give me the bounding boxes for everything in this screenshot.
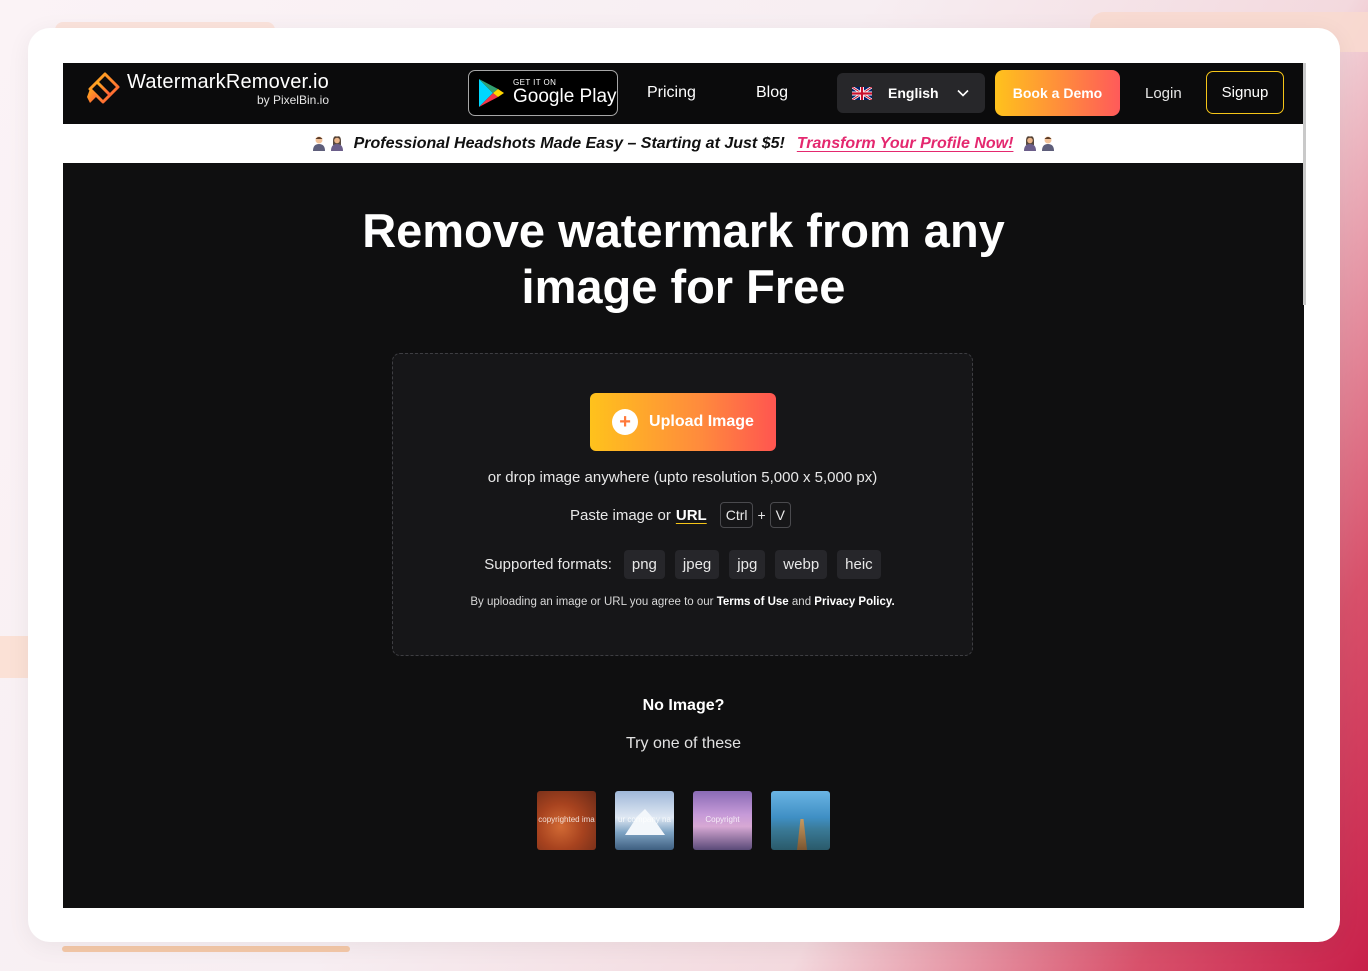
eraser-logo-icon (87, 72, 120, 104)
try-samples-subtitle: Try one of these (625, 735, 742, 752)
language-label: English (888, 85, 939, 101)
upload-dropzone[interactable]: + Upload Image or drop image anywhere (u… (392, 353, 973, 656)
sample-watermark: ur company na (618, 815, 671, 824)
nav-pricing-link[interactable]: Pricing (647, 84, 696, 102)
format-chip: jpg (729, 550, 766, 579)
terms-of-use-link[interactable]: Terms of Use (717, 596, 789, 608)
nav-blog-link[interactable]: Blog (756, 84, 788, 102)
top-navbar: WatermarkRemover.io by PixelBin.io GET I… (63, 63, 1304, 124)
supported-formats: Supported formats: png jpeg jpg webp hei… (393, 550, 972, 579)
privacy-policy-link[interactable]: Privacy Policy. (814, 596, 894, 608)
no-image-title: No Image? (642, 697, 725, 714)
format-chip: jpeg (674, 550, 720, 579)
terms-notice: By uploading an image or URL you agree t… (393, 596, 972, 608)
sample-image-pier[interactable] (771, 791, 830, 850)
logo[interactable]: WatermarkRemover.io by PixelBin.io (85, 71, 329, 107)
sample-image-iceberg[interactable]: ur company na (615, 791, 674, 850)
v-key: V (769, 502, 792, 528)
terms-and: and (791, 596, 812, 608)
plus-icon: + (612, 409, 639, 435)
signup-button[interactable]: Signup (1206, 71, 1284, 114)
terms-prefix: By uploading an image or URL you agree t… (470, 596, 714, 608)
paste-hint: Paste image or URL Ctrl + V (393, 502, 972, 528)
ctrl-key: Ctrl (719, 502, 754, 528)
chevron-down-icon (956, 89, 969, 97)
google-play-icon (479, 79, 504, 107)
headshot-emoji-icon (312, 136, 344, 151)
sample-watermark: Copyright (705, 815, 740, 824)
upload-image-button[interactable]: + Upload Image (590, 393, 776, 451)
hero-title-line1: Remove watermark from any (362, 204, 1005, 257)
sample-watermark: copyrighted ima (538, 815, 595, 824)
background-decoration (62, 946, 350, 952)
hero-title-line2: image for Free (521, 260, 846, 313)
book-demo-button[interactable]: Book a Demo (995, 70, 1120, 116)
upload-button-label: Upload Image (649, 413, 754, 430)
formats-label: Supported formats: (484, 556, 612, 573)
google-play-label: Google Play (513, 86, 617, 107)
pier-shape (797, 819, 807, 850)
url-link[interactable]: URL (676, 507, 707, 524)
drop-hint: or drop image anywhere (upto resolution … (487, 469, 878, 486)
format-chip: webp (775, 550, 828, 579)
promo-text: Professional Headshots Made Easy – Start… (353, 134, 785, 152)
logo-byline: by PixelBin.io (256, 93, 329, 107)
promo-banner: Professional Headshots Made Easy – Start… (63, 124, 1304, 163)
language-select[interactable]: English (837, 73, 985, 113)
promo-link[interactable]: Transform Your Profile Now! (797, 135, 1014, 153)
headshot-emoji-icon (1023, 136, 1055, 151)
key-plus: + (757, 507, 766, 523)
logo-name: WatermarkRemover.io (127, 71, 329, 93)
hero-title: Remove watermark from any image for Free (63, 203, 1304, 315)
browser-viewport: WatermarkRemover.io by PixelBin.io GET I… (63, 63, 1304, 908)
sample-image-dog[interactable]: copyrighted ima (537, 791, 596, 850)
paste-text: Paste image or (569, 506, 671, 524)
login-link[interactable]: Login (1145, 85, 1182, 102)
sample-image-sunset[interactable]: Copyright (693, 791, 752, 850)
uk-flag-icon (852, 86, 872, 100)
scrollbar[interactable] (1303, 63, 1306, 305)
background-decoration (0, 636, 30, 678)
sample-images: copyrighted ima ur company na Copyright (537, 791, 830, 850)
format-chip: heic (837, 550, 881, 579)
google-play-badge[interactable]: GET IT ON Google Play (468, 70, 618, 116)
format-chip: png (623, 550, 665, 579)
